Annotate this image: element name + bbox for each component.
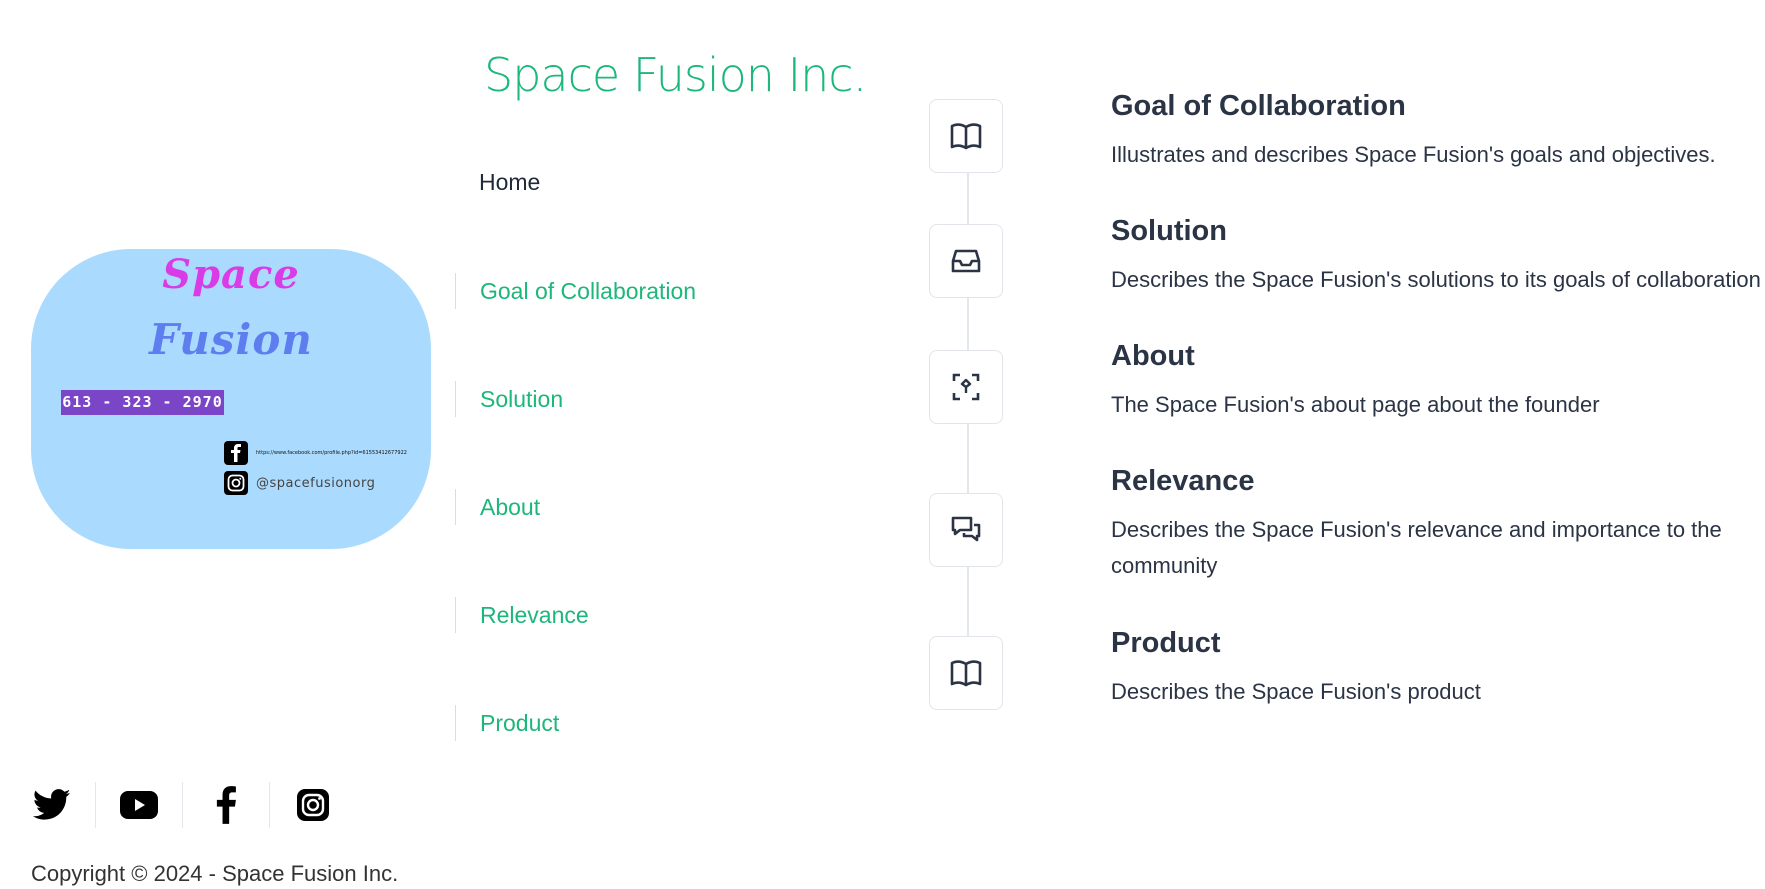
timeline-title: Relevance [1111,465,1255,497]
nav-item-solution[interactable]: Solution [455,381,563,417]
instagram-icon[interactable] [292,782,334,828]
timeline-item-about: About The Space Fusion's about page abou… [1111,340,1765,423]
timeline-description: Describes the Space Fusion's relevance a… [1111,517,1722,578]
book-icon [929,636,1003,710]
footer-social-icons [31,782,334,828]
nav-item-about[interactable]: About [455,489,540,525]
nav-home-link[interactable]: Home [479,169,540,196]
timeline-title: Solution [1111,215,1227,247]
nav-item-goal-of-collaboration[interactable]: Goal of Collaboration [455,273,696,309]
logo-instagram-row: @spacefusionorg [224,471,375,495]
timeline-item-goal-of-collaboration: Goal of Collaboration Illustrates and de… [1111,90,1765,173]
timeline-title: Product [1111,627,1221,659]
divider [95,782,96,828]
timeline-item-solution: Solution Describes the Space Fusion's so… [1111,215,1765,298]
timeline-item-relevance: Relevance Describes the Space Fusion's r… [1111,465,1765,584]
inbox-icon [929,224,1003,298]
logo-word-space: Space [162,251,300,298]
phone-badge: 613 - 323 - 2970 [61,390,224,415]
timeline-description: The Space Fusion's about page about the … [1111,392,1600,417]
timeline-title: Goal of Collaboration [1111,90,1406,122]
timeline-description: Illustrates and describes Space Fusion's… [1111,142,1716,167]
nav-item-product[interactable]: Product [455,705,559,741]
timeline-description: Describes the Space Fusion's product [1111,679,1481,704]
timeline-item-product: Product Describes the Space Fusion's pro… [1111,627,1765,710]
book-icon [929,99,1003,173]
brand-title[interactable]: Space Fusion Inc. [484,48,867,102]
logo-word-fusion: Fusion [149,315,313,364]
timeline-description: Describes the Space Fusion's solutions t… [1111,267,1761,292]
facebook-url: https://www.facebook.com/profile.php?id=… [256,450,407,456]
copyright-text: Copyright © 2024 - Space Fusion Inc. [31,861,399,886]
logo-facebook-row: https://www.facebook.com/profile.php?id=… [224,441,407,465]
facebook-icon [224,441,248,465]
divider [269,782,270,828]
timeline-title: About [1111,340,1195,372]
nav-item-relevance[interactable]: Relevance [455,597,589,633]
twitter-icon[interactable] [31,782,73,828]
facebook-icon[interactable] [205,782,247,828]
divider [182,782,183,828]
instagram-handle: @spacefusionorg [256,475,376,491]
messages-icon [929,493,1003,567]
focus-icon [929,350,1003,424]
logo-card: Space Fusion 613 - 323 - 2970 https://ww… [31,249,431,549]
instagram-icon [224,471,248,495]
youtube-icon[interactable] [118,782,160,828]
